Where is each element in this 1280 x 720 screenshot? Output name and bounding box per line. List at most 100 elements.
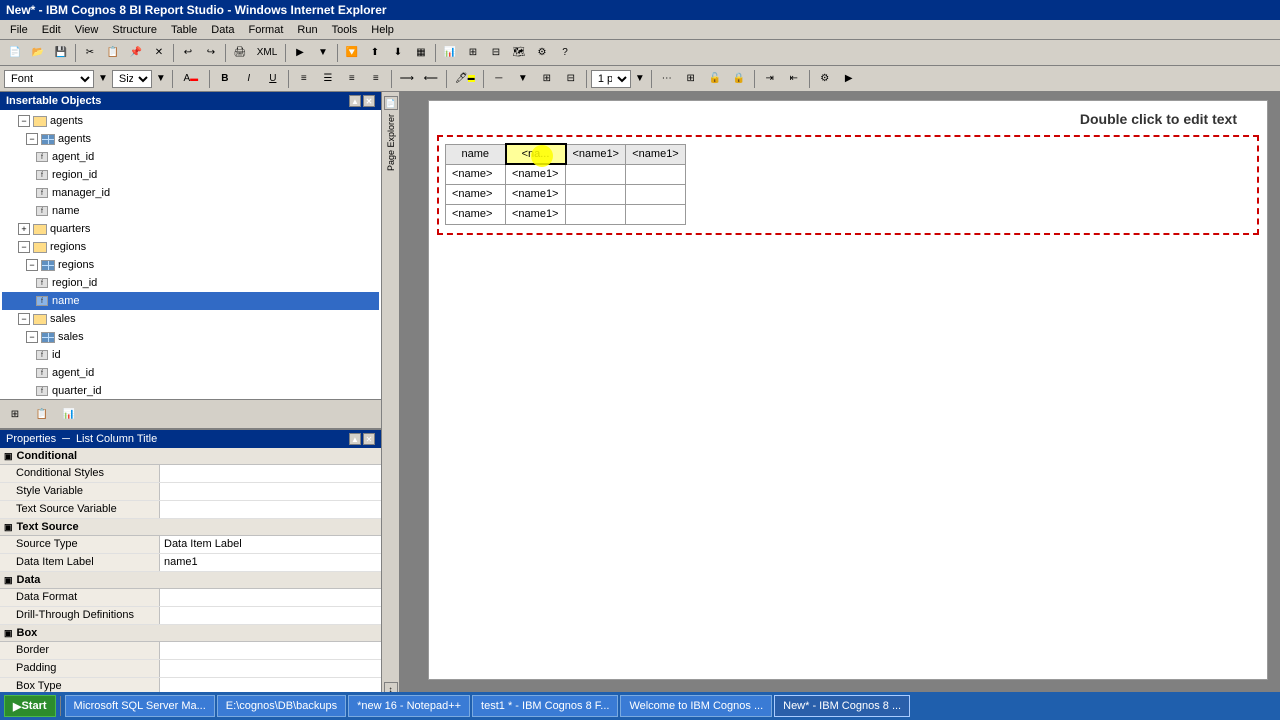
crosstab-button[interactable]: ⊞ bbox=[462, 43, 484, 63]
name-regions-label[interactable]: name bbox=[52, 295, 80, 307]
menu-format[interactable]: Format bbox=[243, 22, 290, 38]
dbl-click-text[interactable]: Double click to edit text bbox=[429, 101, 1267, 127]
sales-label[interactable]: sales bbox=[50, 313, 76, 325]
region-id-label[interactable]: region_id bbox=[52, 169, 97, 181]
run2-button[interactable]: ▶ bbox=[838, 69, 860, 89]
canvas-area[interactable]: Double click to edit text name <na... <n… bbox=[420, 92, 1280, 700]
underline-button[interactable]: U bbox=[262, 69, 284, 89]
quarters-label[interactable]: quarters bbox=[50, 223, 90, 235]
table-button[interactable]: ⊟ bbox=[485, 43, 507, 63]
border-weight-select[interactable]: 1 pt bbox=[591, 70, 631, 88]
agents-table-label[interactable]: agents bbox=[58, 133, 91, 145]
regions-table-toggle[interactable]: − bbox=[26, 259, 38, 271]
row1-col4[interactable] bbox=[626, 164, 686, 184]
text-source-variable-value[interactable] bbox=[160, 501, 381, 518]
merge-button[interactable]: ⊞ bbox=[680, 69, 702, 89]
lock-button[interactable]: 🔒 bbox=[728, 69, 750, 89]
run-dropdown[interactable]: ▼ bbox=[312, 43, 334, 63]
taskbar-notepad[interactable]: *new 16 - Notepad++ bbox=[348, 695, 470, 717]
tree-item-quarter-id[interactable]: f quarter_id bbox=[2, 382, 379, 399]
tree-item-name-agents[interactable]: f name bbox=[2, 202, 379, 220]
col-name1-2[interactable]: <name1> bbox=[626, 144, 686, 164]
table-grid-button[interactable]: ⊞ bbox=[536, 69, 558, 89]
id-label[interactable]: id bbox=[52, 349, 61, 361]
data-item-label-value[interactable]: name1 bbox=[160, 554, 381, 571]
agent-id2-label[interactable]: agent_id bbox=[52, 367, 94, 379]
new-button[interactable]: 📄 bbox=[4, 43, 26, 63]
cut-button[interactable]: ✂ bbox=[79, 43, 101, 63]
conditional-styles-value[interactable] bbox=[160, 465, 381, 482]
row3-col3[interactable] bbox=[566, 204, 626, 224]
bold-button[interactable]: B bbox=[214, 69, 236, 89]
more-tools-button[interactable]: ⚙ bbox=[814, 69, 836, 89]
increase-indent-button[interactable]: ⇥ bbox=[759, 69, 781, 89]
justify-button[interactable]: ≡ bbox=[365, 69, 387, 89]
menu-edit[interactable]: Edit bbox=[36, 22, 67, 38]
page-explorer-icon1[interactable]: 📄 bbox=[384, 96, 398, 110]
table-grid2-button[interactable]: ⊟ bbox=[560, 69, 582, 89]
save-button[interactable]: 💾 bbox=[50, 43, 72, 63]
highlight-button[interactable]: 🖊▬ bbox=[451, 69, 479, 89]
font-color-button[interactable]: A▬ bbox=[177, 69, 205, 89]
region-id2-label[interactable]: region_id bbox=[52, 277, 97, 289]
chart-button[interactable]: 📊 bbox=[439, 43, 461, 63]
taskbar-sqlserver[interactable]: Microsoft SQL Server Ma... bbox=[65, 695, 215, 717]
menu-run[interactable]: Run bbox=[291, 22, 323, 38]
group-button[interactable]: ▦ bbox=[410, 43, 432, 63]
menu-tools[interactable]: Tools bbox=[326, 22, 364, 38]
run-button[interactable]: ▶ bbox=[289, 43, 311, 63]
col-name[interactable]: name bbox=[446, 144, 506, 164]
menu-file[interactable]: File bbox=[4, 22, 34, 38]
report-body[interactable]: name <na... <name1> <name1> <name> <name… bbox=[437, 135, 1259, 235]
tree-item-agent-id[interactable]: f agent_id bbox=[2, 148, 379, 166]
row1-col1[interactable]: <name> bbox=[446, 164, 506, 184]
border-dropdown[interactable]: ▼ bbox=[512, 69, 534, 89]
menu-help[interactable]: Help bbox=[365, 22, 400, 38]
menu-data[interactable]: Data bbox=[205, 22, 240, 38]
agent-id-label[interactable]: agent_id bbox=[52, 151, 94, 163]
tree-item-region-id2[interactable]: f region_id bbox=[2, 274, 379, 292]
sort-desc-button[interactable]: ⬇ bbox=[387, 43, 409, 63]
data-format-value[interactable] bbox=[160, 589, 381, 606]
panel-icon1[interactable]: ⊞ bbox=[3, 403, 27, 425]
tree-item-agent-id2[interactable]: f agent_id bbox=[2, 364, 379, 382]
source-type-value[interactable]: Data Item Label bbox=[160, 536, 381, 553]
copy-button[interactable]: 📋 bbox=[102, 43, 124, 63]
redo-button[interactable]: ↪ bbox=[200, 43, 222, 63]
manager-id-label[interactable]: manager_id bbox=[52, 187, 110, 199]
sales-toggle[interactable]: − bbox=[18, 313, 30, 325]
taskbar-cognos-current[interactable]: New* - IBM Cognos 8 ... bbox=[774, 695, 910, 717]
panel-icon3[interactable]: 📊 bbox=[57, 403, 81, 425]
name-agents-label[interactable]: name bbox=[52, 205, 80, 217]
paste-button[interactable]: 📌 bbox=[125, 43, 147, 63]
indent-button[interactable]: ⟶ bbox=[396, 69, 418, 89]
drill-through-value[interactable] bbox=[160, 607, 381, 624]
align-right-button[interactable]: ≡ bbox=[341, 69, 363, 89]
quarters-toggle[interactable]: + bbox=[18, 223, 30, 235]
row2-col2[interactable]: <name1> bbox=[506, 184, 566, 204]
filter-button[interactable]: 🔽 bbox=[341, 43, 363, 63]
tree-item-agents-table[interactable]: − agents bbox=[2, 130, 379, 148]
agents-label[interactable]: agents bbox=[50, 115, 83, 127]
align-center-button[interactable]: ☰ bbox=[317, 69, 339, 89]
row3-col4[interactable] bbox=[626, 204, 686, 224]
section-box[interactable]: ▣ Box bbox=[0, 625, 381, 642]
italic-button[interactable]: I bbox=[238, 69, 260, 89]
tree-item-name-regions[interactable]: f name bbox=[2, 292, 379, 310]
insertable-restore-button[interactable]: ▲ bbox=[349, 95, 361, 107]
delete-button[interactable]: ✕ bbox=[148, 43, 170, 63]
align-left-button[interactable]: ≡ bbox=[293, 69, 315, 89]
padding-value[interactable] bbox=[160, 660, 381, 677]
menu-structure[interactable]: Structure bbox=[106, 22, 163, 38]
section-data[interactable]: ▣ Data bbox=[0, 572, 381, 589]
tree-item-region-id[interactable]: f region_id bbox=[2, 166, 379, 184]
taskbar-cognos-test[interactable]: test1 * - IBM Cognos 8 F... bbox=[472, 695, 618, 717]
size-dropdown-icon[interactable]: ▼ bbox=[156, 73, 166, 84]
xml-button[interactable]: XML bbox=[252, 43, 282, 63]
row1-col2[interactable]: <name1> bbox=[506, 164, 566, 184]
settings-button[interactable]: ⚙ bbox=[531, 43, 553, 63]
outdent-button[interactable]: ⟵ bbox=[420, 69, 442, 89]
border-weight-dropdown[interactable]: ▼ bbox=[635, 73, 645, 84]
font-dropdown-icon[interactable]: ▼ bbox=[98, 73, 108, 84]
sort-asc-button[interactable]: ⬆ bbox=[364, 43, 386, 63]
